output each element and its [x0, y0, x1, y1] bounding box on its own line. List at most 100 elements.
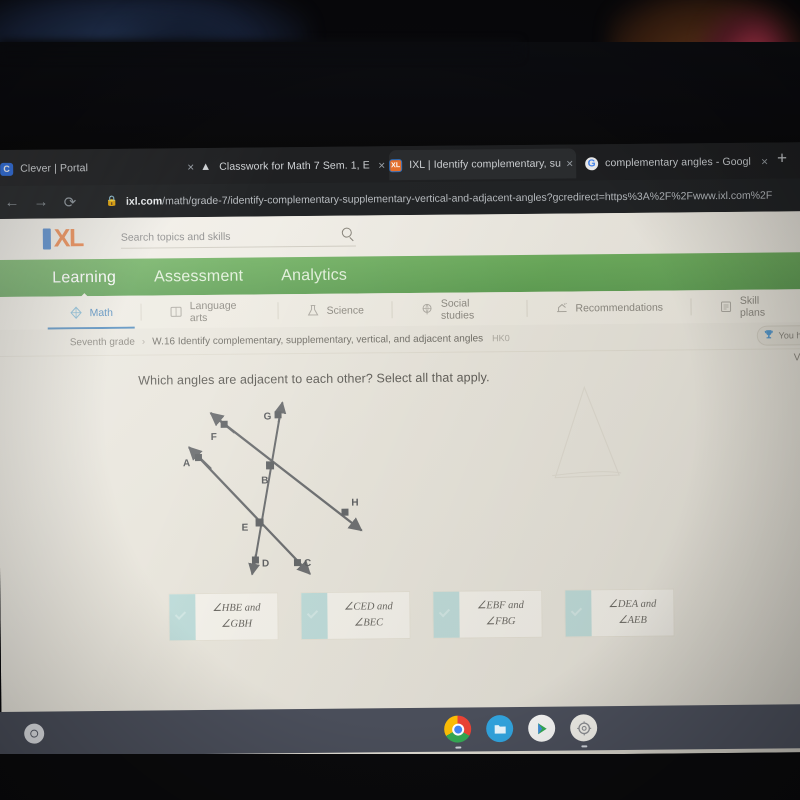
subnav-divider [140, 303, 142, 321]
browser-tab-title: complementary angles - Googl [605, 155, 752, 170]
awards-pill[interactable]: You hav [756, 325, 800, 346]
reload-icon[interactable]: ⟳ [62, 193, 77, 211]
subnav-item-language-arts[interactable]: Language arts [170, 295, 250, 329]
answer-option-3[interactable]: ∠EBF and ∠FBG [432, 589, 543, 639]
ixl-logo[interactable]: XL [42, 224, 83, 253]
subnav-item-label: Skill plans [739, 294, 766, 319]
point-label-B: B [261, 475, 268, 486]
back-icon[interactable]: ← [4, 194, 19, 211]
url-domain: ixl.com [125, 194, 163, 208]
point-A [194, 454, 202, 462]
play-store-icon[interactable] [528, 714, 556, 742]
point-D [251, 556, 259, 564]
launcher-button[interactable] [24, 723, 45, 744]
subnav-divider [526, 299, 528, 317]
answer-checkbox[interactable] [433, 591, 460, 638]
browser-tab-title: Classwork for Math 7 Sem. 1, E [219, 159, 370, 173]
globe-icon [421, 303, 434, 316]
subnav-item-recommendations[interactable]: Recommendations [555, 291, 663, 325]
subnav-item-skill-plans[interactable]: Skill plans [720, 289, 782, 323]
answer-option-label: ∠HBE and ∠GBH [195, 593, 277, 640]
browser-tab-ixl[interactable]: XL IXL | Identify complementary, su × [389, 148, 577, 181]
forward-icon[interactable]: → [33, 193, 48, 210]
search-input[interactable] [120, 229, 321, 244]
clever-favicon: C [0, 162, 14, 176]
answer-checkbox[interactable] [169, 594, 196, 641]
google-favicon: G [585, 156, 599, 170]
point-E [255, 518, 264, 527]
point-label-E: E [242, 523, 249, 534]
answer-options: ∠HBE and ∠GBH ∠CED and ∠BEC ∠EBF and ∠FB… [168, 588, 675, 642]
breadcrumb-skill: W.16 Identify complementary, supplementa… [152, 332, 484, 348]
checkmark-icon [570, 604, 583, 617]
chrome-icon[interactable] [444, 715, 472, 749]
ixl-page: XL Learning Assessment Analytics Math [0, 211, 800, 760]
running-indicator [580, 745, 587, 748]
browser-tab-google-search[interactable]: G complementary angles - Googl × [585, 147, 768, 179]
close-icon[interactable]: × [187, 160, 194, 174]
answer-checkbox[interactable] [301, 592, 328, 640]
search-box[interactable] [120, 225, 356, 249]
point-F [220, 420, 228, 428]
line-GD [252, 406, 283, 573]
point-label-C: C [304, 558, 311, 569]
close-icon[interactable]: × [566, 156, 573, 170]
answer-option-label: ∠EBF and ∠FBG [459, 591, 541, 638]
checkmark-icon [174, 608, 187, 620]
question-area: Which angles are adjacent to each other?… [0, 349, 800, 642]
skill-code: HK0 [492, 333, 510, 344]
photo-bottom-edge [0, 754, 800, 800]
photo-of-laptop-screen: C Clever | Portal × ▲ Classwork for Math… [0, 0, 800, 800]
background-watermark [546, 369, 667, 500]
address-bar[interactable]: ixl.com/math/grade-7/identify-complement… [126, 189, 772, 207]
checkmark-icon [438, 606, 451, 618]
answer-line-1: ∠CED and [343, 601, 393, 613]
subnav-item-label: Science [326, 303, 365, 317]
checkmark-icon [306, 607, 319, 619]
flask-icon [307, 304, 320, 317]
book-icon [170, 305, 183, 318]
point-label-A: A [183, 458, 190, 469]
answer-option-label: ∠CED and ∠BEC [327, 592, 409, 639]
browser-tab-clever-portal[interactable]: C Clever | Portal × [0, 152, 194, 184]
google-classroom-favicon: ▲ [200, 160, 212, 174]
nav-item-learning[interactable]: Learning [52, 268, 116, 287]
math-icon [70, 306, 83, 319]
ixl-logo-xl: XL [53, 224, 83, 253]
subnav-item-social-studies[interactable]: Social studies [421, 292, 499, 326]
ixl-favicon: XL [389, 158, 403, 172]
answer-option-4[interactable]: ∠DEA and ∠AEB [564, 588, 675, 638]
dark-background-band-2 [0, 40, 520, 58]
answer-option-1[interactable]: ∠HBE and ∠GBH [168, 592, 279, 642]
question-prompt: Which angles are adjacent to each other?… [138, 370, 490, 388]
close-icon[interactable]: × [378, 158, 385, 172]
browser-tab-title: IXL | Identify complementary, su [409, 157, 562, 172]
close-icon[interactable]: × [761, 155, 768, 169]
answer-line-1: ∠EBF and [476, 600, 524, 612]
point-C [293, 559, 302, 567]
point-label-H: H [351, 498, 358, 509]
subnav-item-math[interactable]: Math [69, 296, 113, 329]
new-tab-button[interactable]: + [777, 148, 787, 167]
subnav-item-label: Math [89, 306, 113, 319]
subnav-item-label: Language arts [189, 299, 237, 324]
nav-item-analytics[interactable]: Analytics [281, 266, 347, 285]
subnav-item-science[interactable]: Science [306, 293, 364, 327]
breadcrumb-grade[interactable]: Seventh grade [70, 336, 135, 348]
browser-tab-classwork[interactable]: ▲ Classwork for Math 7 Sem. 1, E × [199, 150, 385, 182]
answer-line-1: ∠HBE and [212, 602, 261, 615]
chevron-right-icon: › [141, 336, 146, 348]
subnav-divider [690, 298, 693, 316]
skill-plans-icon [720, 300, 733, 313]
search-icon[interactable] [341, 227, 352, 238]
answer-option-2[interactable]: ∠CED and ∠BEC [300, 591, 411, 641]
answer-checkbox[interactable] [565, 590, 592, 637]
line-FH [211, 414, 363, 532]
answer-line-2: ∠BEC [353, 617, 384, 629]
settings-icon[interactable] [570, 714, 598, 748]
point-label-G: G [264, 411, 272, 422]
subnav-item-label: Recommendations [575, 301, 664, 314]
nav-item-assessment[interactable]: Assessment [154, 267, 243, 286]
answer-line-2: ∠GBH [220, 618, 253, 630]
files-icon[interactable] [486, 715, 514, 743]
